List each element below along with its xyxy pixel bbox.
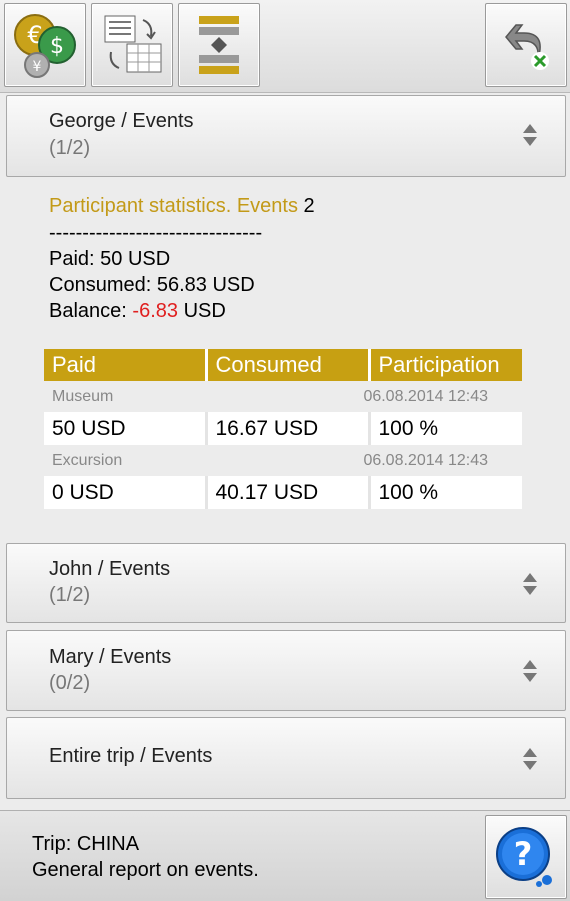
separator-line: --------------------------------: [49, 222, 263, 244]
svg-text:¥: ¥: [33, 59, 42, 75]
expand-collapse-icon: [523, 573, 537, 595]
trip-name: Trip: CHINA: [32, 833, 140, 855]
balance-value: -6.83: [132, 300, 178, 322]
cell-paid: 0 USD: [44, 476, 208, 509]
svg-text:?: ?: [514, 835, 533, 873]
balance-line: Balance: -6.83 USD: [49, 300, 226, 323]
cell-participation: 100 %: [369, 412, 522, 445]
table-row[interactable]: 0 USD 40.17 USD 100 %: [44, 476, 522, 509]
participant-stats-title: Participant statistics. Events 2: [49, 195, 315, 218]
section-count: (1/2): [49, 137, 91, 159]
event-meta-row[interactable]: Excursion 06.08.2014 12:43: [44, 445, 522, 476]
section-count: (0/2): [49, 672, 91, 694]
cell-participation: 100 %: [369, 476, 522, 509]
report-export-button[interactable]: [91, 3, 173, 87]
section-header-john[interactable]: John / Events (1/2): [6, 543, 566, 623]
section-header-george[interactable]: George / Events (1/2): [6, 95, 566, 177]
event-date: 06.08.2014 12:43: [363, 387, 488, 405]
expand-collapse-icon: [523, 660, 537, 682]
undo-delete-button[interactable]: [485, 3, 567, 87]
event-meta: Museum 06.08.2014 12:43: [44, 381, 522, 412]
expand-collapse-icon: [523, 124, 537, 146]
balance-label: Balance:: [49, 300, 127, 322]
event-name: Museum: [52, 387, 114, 405]
section-title: John / Events: [49, 558, 171, 580]
cell-paid: 50 USD: [44, 412, 208, 445]
table-row[interactable]: 50 USD 16.67 USD 100 %: [44, 412, 522, 445]
event-meta-row[interactable]: Museum 06.08.2014 12:43: [44, 381, 522, 412]
toolbar: € $ ¥: [0, 0, 570, 93]
cell-consumed: 40.17 USD: [206, 476, 371, 509]
event-name: Excursion: [52, 451, 123, 469]
section-header-entire-trip[interactable]: Entire trip / Events: [6, 717, 566, 799]
undo-delete-icon: [505, 24, 549, 70]
help-button[interactable]: ?: [485, 815, 567, 899]
section-title: Mary / Events: [49, 646, 172, 668]
column-header-participation: Participation: [369, 349, 522, 381]
help-icon: ?: [496, 827, 552, 887]
sort-button[interactable]: [178, 3, 260, 87]
table-header-row: Paid Consumed Participation: [44, 349, 522, 381]
sort-icon: [199, 16, 239, 74]
footer: Trip: CHINA General report on events. ?: [0, 810, 570, 901]
column-header-paid: Paid: [44, 349, 208, 381]
stats-heading: Participant statistics. Events: [49, 195, 298, 217]
column-header-consumed: Consumed: [206, 349, 371, 381]
section-title: Entire trip / Events: [49, 745, 213, 767]
svg-text:$: $: [50, 34, 64, 59]
section-count: (1/2): [49, 584, 91, 606]
section-header-mary[interactable]: Mary / Events (0/2): [6, 630, 566, 711]
paid-total: Paid: 50 USD: [49, 248, 171, 270]
event-meta: Excursion 06.08.2014 12:43: [44, 445, 522, 476]
event-date: 06.08.2014 12:43: [363, 451, 488, 469]
events-table: Paid Consumed Participation Museum 06.08…: [44, 349, 522, 509]
expand-collapse-icon: [523, 748, 537, 770]
report-export-icon: [104, 15, 162, 73]
section-title: George / Events: [49, 110, 194, 132]
currency-button[interactable]: € $ ¥: [4, 3, 86, 87]
balance-unit: USD: [183, 300, 226, 322]
consumed-total: Consumed: 56.83 USD: [49, 274, 255, 296]
currency-icon: € $ ¥: [14, 14, 76, 78]
events-count: 2: [303, 195, 315, 217]
report-description: General report on events.: [32, 859, 259, 881]
cell-consumed: 16.67 USD: [206, 412, 371, 445]
